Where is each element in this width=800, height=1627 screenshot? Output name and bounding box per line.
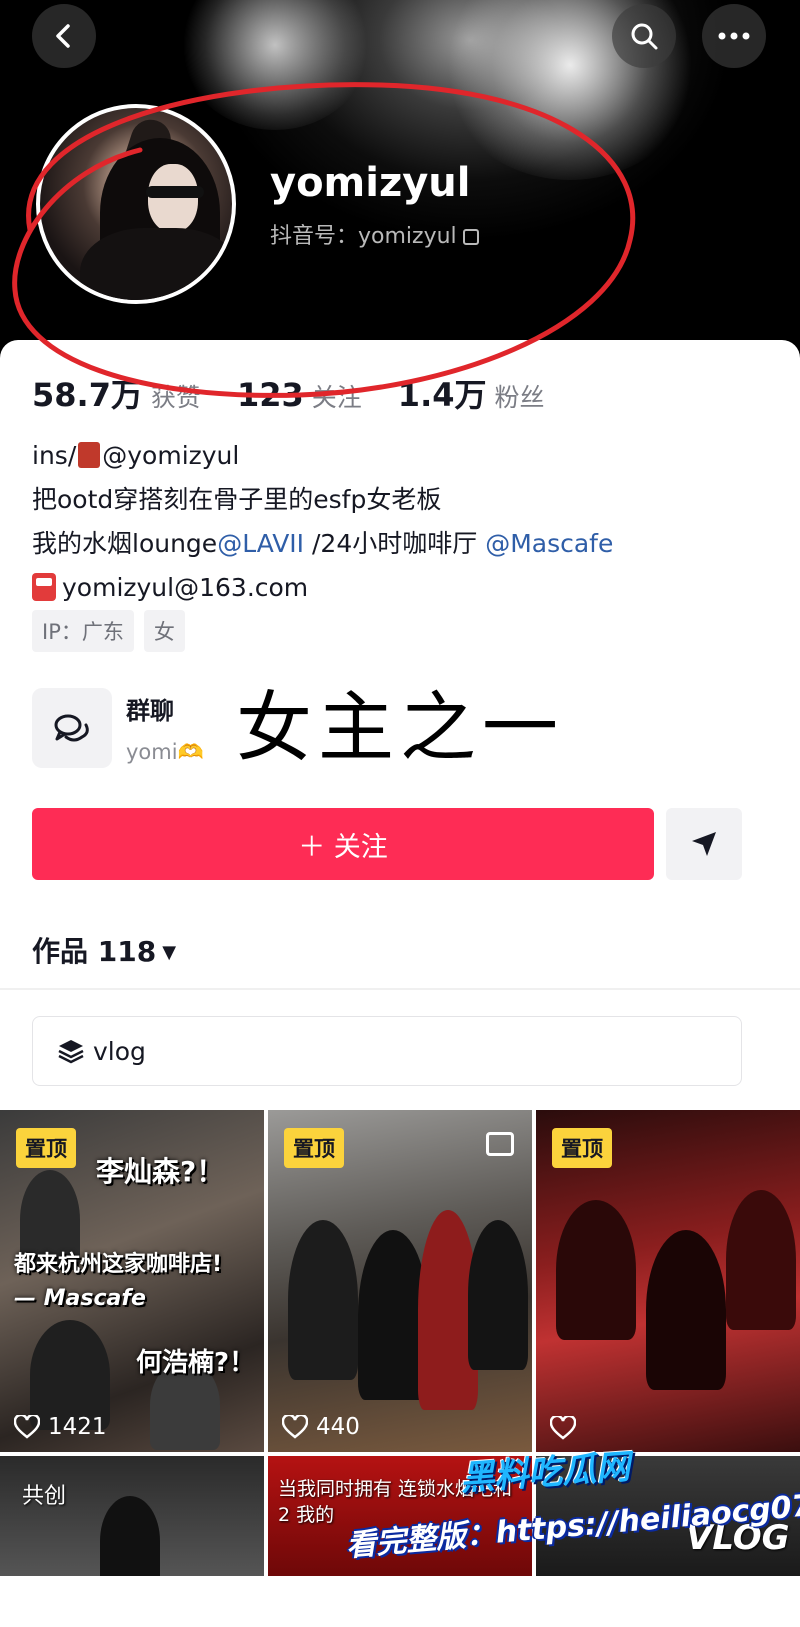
video-thumbnail[interactable]: 置顶 李灿森?！ 都来杭州这家咖啡店! — Mascafe 何浩楠?！ 1421 xyxy=(0,1110,264,1452)
divider xyxy=(0,988,800,990)
chat-bubbles-icon xyxy=(54,714,89,742)
thumbnail-caption: 当我同时拥有 连锁水烟吧和2 我的 xyxy=(278,1478,513,1526)
more-dots-icon xyxy=(718,32,750,40)
followers-count[interactable]: 1.4万 xyxy=(398,370,487,416)
followers-label[interactable]: 粉丝 xyxy=(495,378,545,414)
bio-line: ins/@yomizyul xyxy=(32,441,240,470)
pinned-badge: 置顶 xyxy=(16,1128,76,1168)
video-thumbnail[interactable]: 置顶 xyxy=(536,1110,800,1452)
likes-label: 获赞 xyxy=(150,383,201,412)
mention-link[interactable]: @LAVII xyxy=(217,529,304,558)
douyin-id[interactable]: 抖音号：yomizyul xyxy=(270,218,479,250)
thumbnail-caption: 共创 xyxy=(22,1484,67,1509)
group-chat-entry[interactable]: 群聊 yomi🫶 xyxy=(32,688,204,768)
heart-icon xyxy=(282,1415,308,1439)
follow-button[interactable]: ＋ 关注 xyxy=(32,808,654,880)
heart-icon xyxy=(14,1415,40,1439)
tab-works[interactable]: 作品 118 ▼ xyxy=(32,930,176,970)
ip-tag: IP：广东 xyxy=(32,610,134,652)
stats-row: 58.7万 获赞 123 关注 1.4万 粉丝 xyxy=(32,370,581,416)
gender-tag: 女 xyxy=(143,610,185,652)
more-button[interactable] xyxy=(702,4,766,68)
mailbox-icon xyxy=(32,573,56,601)
multi-image-icon xyxy=(486,1132,514,1156)
profile-tags: IP：广东 女 xyxy=(32,610,185,652)
profile-header: yomizyul 抖音号：yomizyul xyxy=(0,0,800,370)
thumbnail-caption: VLOG xyxy=(686,1518,790,1558)
video-thumbnail[interactable]: 当我同时拥有 连锁水烟吧和2 我的 xyxy=(268,1456,532,1576)
overlay-annotation-text: 女主之一 xyxy=(236,683,564,772)
group-chat-subtitle: yomi🫶 xyxy=(126,740,204,764)
avatar[interactable] xyxy=(36,104,236,304)
bio-line: 我的水烟lounge@LAVII /24小时咖啡厅 @Mascafe xyxy=(32,529,614,558)
likes-count: 58.7万 xyxy=(32,376,143,414)
profile-card: 58.7万 获赞 123 关注 1.4万 粉丝 ins/@yomizyul 把o… xyxy=(0,340,800,1627)
douyin-id-text: 抖音号：yomizyul xyxy=(270,224,457,249)
group-chat-icon-box xyxy=(32,688,112,768)
bio: ins/@yomizyul 把ootd穿搭刻在骨子里的esfp女老板 我的水烟l… xyxy=(32,434,613,610)
bio-line: yomizyul@163.com xyxy=(32,566,613,610)
following-count[interactable]: 123 xyxy=(237,376,304,414)
pinned-badge: 置顶 xyxy=(284,1128,344,1168)
share-button[interactable] xyxy=(666,808,742,880)
search-button[interactable] xyxy=(612,4,676,68)
like-count: 440 xyxy=(282,1414,360,1440)
book-icon xyxy=(78,442,101,468)
layers-icon xyxy=(58,1040,84,1064)
like-count: 1421 xyxy=(14,1414,107,1440)
thumbnail-caption: 何浩楠?！ xyxy=(136,1348,256,1378)
username: yomizyul xyxy=(270,160,471,206)
search-icon xyxy=(631,23,658,50)
video-thumbnail[interactable]: 共创 xyxy=(0,1456,264,1576)
caret-down-icon: ▼ xyxy=(162,942,177,963)
collection-vlog[interactable]: vlog xyxy=(32,1016,742,1086)
mention-link[interactable]: @Mascafe xyxy=(485,529,613,558)
following-label[interactable]: 关注 xyxy=(312,378,362,414)
pinned-badge: 置顶 xyxy=(552,1128,612,1168)
video-thumbnail[interactable]: VLOG xyxy=(536,1456,800,1576)
bio-line: 把ootd穿搭刻在骨子里的esfp女老板 xyxy=(32,485,442,514)
thumbnail-caption: 都来杭州这家咖啡店! xyxy=(14,1252,223,1277)
thumbnail-caption: 李灿森?！ xyxy=(96,1155,225,1188)
copy-icon[interactable] xyxy=(462,229,479,245)
background-glow xyxy=(180,0,370,130)
back-button[interactable] xyxy=(32,4,96,68)
video-thumbnail[interactable]: 置顶 440 xyxy=(268,1110,532,1452)
group-chat-title: 群聊 xyxy=(126,697,174,725)
chevron-left-icon xyxy=(56,24,70,48)
thumbnail-caption: — Mascafe xyxy=(14,1286,146,1311)
send-arrow-icon xyxy=(692,832,716,856)
like-count xyxy=(550,1416,584,1440)
heart-icon xyxy=(550,1416,576,1440)
